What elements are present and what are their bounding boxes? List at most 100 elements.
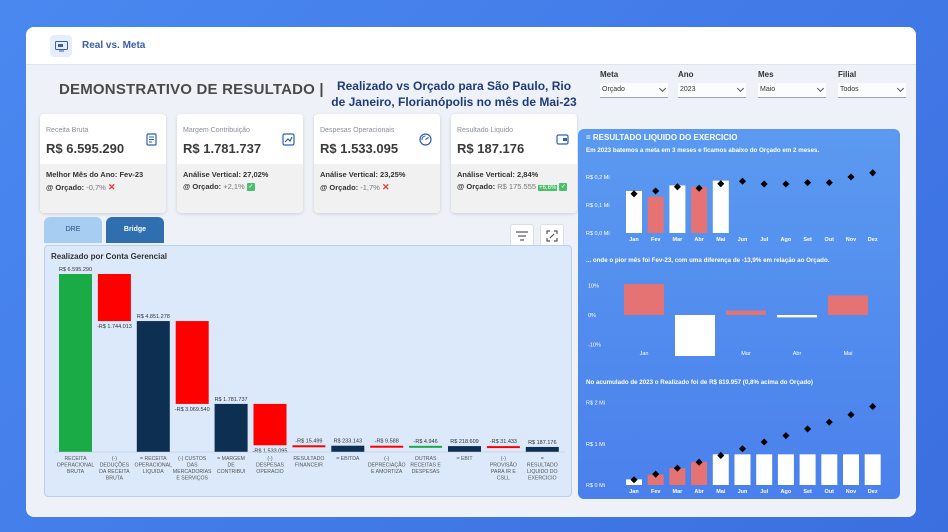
filter-mes[interactable]: Mes Maio [758,70,826,98]
filter-filial[interactable]: Filial Todos [838,70,906,98]
x-tick-label: Mai [716,237,726,243]
chevron-down-icon [816,84,825,93]
kpi-line2: @ Orçado: +2,1% ✓ [183,182,255,192]
x-tick-label: Abr [694,489,704,495]
waterfall-data-label: -R$ 1.744.013 [97,324,132,330]
waterfall-category-line: LIQUIDA [143,469,164,475]
kpi-line2: @ Orçado: -1,7% ✕ [320,182,390,192]
x-tick-label: Abr [793,351,802,357]
x-tick-label: Jul [760,489,768,495]
y-tick-label: R$ 1 Mi [586,442,605,448]
receipt-icon [146,133,157,146]
page-title: DEMONSTRATIVO DE RESULTADO | [59,81,324,98]
tab-dre[interactable]: DRE [44,217,102,243]
waterfall-bar [331,445,365,452]
waterfall-category-line: (-) [384,456,389,462]
waterfall-category-line: DAS [187,463,198,469]
filter-label: Filial [838,70,857,79]
realizado-bar [647,196,664,233]
waterfall-data-label: R$ 1.781.737 [215,397,248,403]
waterfall-chart: R$ 6.595.290RECEITA OPERACIONAL BRUTA-R$ 1… [55,267,565,482]
x-tick-label: Mai [844,351,853,357]
kpi-title: Margem Contribuição [183,127,250,134]
kpi-line1: Análise Vertical: 27,02% [183,170,269,179]
chevron-down-icon [736,84,745,93]
filter-select[interactable]: 2023 [678,83,746,98]
waterfall-category-label: = RESULTADO LIQUIDO DO EXERCICIO [527,456,558,482]
x-tick-label: Jan [629,237,639,243]
waterfall-data-label: R$ 233.143 [334,439,362,445]
waterfall-bar [59,274,92,452]
waterfall-category-label: RECEITA OPERACIONAL BRUTA [57,456,95,475]
waterfall-category-label: = EBITDA [336,456,360,462]
x-tick-label: Nov [846,489,857,495]
waterfall-category-line: LIQUIDO DO [527,469,558,475]
check-icon: ✓ [559,183,568,192]
realizado-bar [777,454,794,485]
waterfall-panel: Realizado por Conta Gerencial R$ 6.595.2… [44,245,572,497]
filter-ano[interactable]: Ano 2023 [678,70,746,98]
waterfall-category-line: MERCADORIAS [173,469,212,475]
waterfall-category-line: OUTRAS [415,456,437,462]
filter-select[interactable]: Maio [758,83,826,98]
trend-up-icon [282,133,295,146]
waterfall-category-line: E AMORTIZA [371,469,403,475]
x-tick-label: Ago [781,489,792,495]
realizado-bar [734,454,751,485]
waterfall-category-line: DEDUÇÕES [100,462,130,469]
x-tick-label: Jun [738,237,748,243]
filter-select[interactable]: Orçado [600,83,668,98]
nav-title[interactable]: Real vs. Meta [82,40,145,51]
tab-bridge[interactable]: Bridge [106,217,164,243]
realizado-bar [669,185,686,233]
y-tick-label: R$ 0,0 Mi [586,231,610,237]
waterfall-category-label: = MARGEM DE CONTRIBUI [217,456,246,475]
x-tick-label: Fev [690,351,699,357]
resultado-liquido-panel: = RESULTADO LIQUIDO DO EXERCICIO Em 2023… [578,129,900,499]
realizado-bar [799,454,816,485]
check-icon: ✓ [246,183,255,192]
kpi-line1: Análise Vertical: 23,25% [320,170,406,179]
waterfall-data-label: -R$ 15.499 [295,438,322,444]
waterfall-category-line: (-) CUSTOS [178,456,207,462]
filter-label: Meta [600,70,619,79]
waterfall-category-line: DA RECEITA [99,469,130,475]
waterfall-bar [214,403,248,452]
waterfall-category-label: (-) DEPRECIAÇÃO E AMORTIZA [368,456,406,475]
orcado-marker [869,402,877,411]
orcado-marker [738,177,747,185]
orcado-marker [869,169,877,177]
variance-bar [828,295,868,315]
dashboard-frame: Real vs. Meta DEMONSTRATIVO DE RESULTADO… [26,27,916,517]
x-tick-label: Out [825,237,835,243]
waterfall-data-label: -R$ 1.533.095 [253,448,288,454]
x-tick-label: Jun [738,489,748,495]
x-tick-label: Mar [673,237,684,243]
x-icon: ✕ [107,182,116,192]
x-tick-label: Jul [760,237,768,243]
waterfall-category-label: = EBIT [456,456,473,462]
report-icon[interactable] [50,35,72,57]
waterfall-category-line: OPERACIO [256,469,283,475]
filter-meta[interactable]: Meta Orçado [600,70,668,98]
x-tick-label: Mai [716,489,726,495]
x-tick-label: Ago [781,237,792,243]
orcado-marker [804,425,812,433]
x-tick-label: Mar [673,489,684,495]
waterfall-category-line: = EBIT [456,456,473,462]
waterfall-category-line: = EBITDA [336,456,360,462]
waterfall-category-label: (-) DEDUÇÕES DA RECEITA BRUTA [99,456,130,482]
filter-value: Orçado [602,86,625,93]
status-badge: +6,6% [538,185,558,191]
waterfall-category-line: DESPESAS [412,469,441,475]
cumulative-chart: R$ 0 Mi R$ 1 Mi R$ 2 Mi Jan Fev Mar Abr Mai Jun J… [586,401,881,495]
waterfall-category-line: FINANCEIR [295,463,323,469]
waterfall-data-label: -R$ 31.433 [490,439,517,445]
orcado-marker [652,187,660,195]
x-tick-label: Mar [741,351,751,357]
waterfall-category-line: OPERACIONAL [57,463,95,469]
filter-select[interactable]: Todos [838,83,906,98]
kpi-resultado-liquido: Resultado Liquido R$ 187.176 Análise Ver… [451,114,577,213]
waterfall-category-label: RESULTADO FINANCEIR [293,456,324,469]
orcado-marker [847,173,855,181]
